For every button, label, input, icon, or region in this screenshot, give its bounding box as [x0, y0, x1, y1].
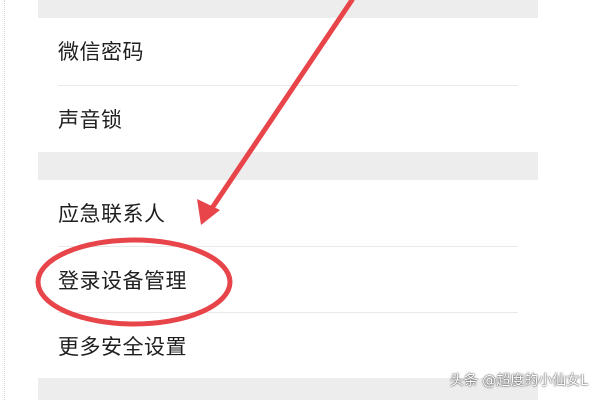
- settings-item-label: 登录设备管理: [58, 269, 187, 293]
- settings-item-voice-lock[interactable]: 声音锁: [38, 86, 538, 152]
- settings-item-label: 应急联系人: [58, 202, 166, 226]
- settings-item-wechat-password[interactable]: 微信密码: [38, 18, 538, 84]
- watermark: 头条 @超度的小仙女L: [449, 373, 588, 389]
- settings-panel: 微信密码 声音锁 应急联系人 登录设备管理 更多安全设置: [38, 0, 538, 400]
- settings-item-label: 声音锁: [58, 108, 123, 132]
- section-spacer: [38, 152, 538, 180]
- settings-item-label: 微信密码: [58, 40, 144, 64]
- section-spacer: [38, 0, 538, 18]
- settings-item-label: 更多安全设置: [58, 335, 187, 359]
- settings-item-emergency-contact[interactable]: 应急联系人: [38, 180, 538, 246]
- page-edge: [0, 0, 5, 400]
- settings-item-login-device-management[interactable]: 登录设备管理: [38, 247, 538, 313]
